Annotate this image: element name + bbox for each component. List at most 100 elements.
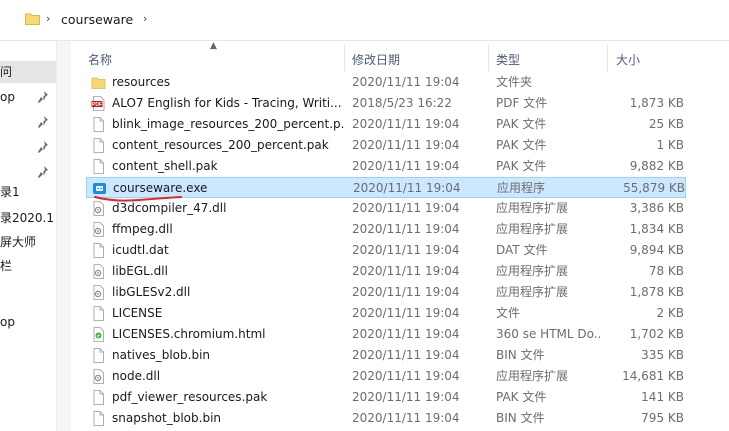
- file-date: 2020/11/11 19:04: [353, 181, 461, 195]
- file-row[interactable]: LICENSE 2020/11/11 19:04 文件 2 KB: [86, 303, 686, 324]
- column-divider[interactable]: [488, 45, 489, 71]
- file-name: icudtl.dat: [112, 243, 169, 257]
- svg-text:PDF: PDF: [92, 102, 102, 108]
- column-header-date[interactable]: 修改日期: [352, 51, 400, 68]
- column-divider[interactable]: [607, 45, 608, 71]
- file-size: 1,873 KB: [629, 96, 684, 110]
- file-name: libGLESv2.dll: [112, 285, 191, 299]
- nav-item[interactable]: 录1: [0, 181, 56, 203]
- file-list: ▲ 名称 修改日期 类型 大小 resources 2020/11/11 19:0…: [82, 41, 729, 431]
- file-row[interactable]: content_shell.pak 2020/11/11 19:04 PAK 文件 9…: [86, 156, 686, 177]
- file-type: 应用程序: [497, 181, 546, 195]
- nav-item[interactable]: [0, 161, 56, 183]
- file-row[interactable]: node.dll 2020/11/11 19:04 应用程序扩展 14,681 KB: [86, 366, 686, 387]
- file-type: 360 se HTML Do...: [496, 327, 601, 341]
- file-date: 2020/11/11 19:04: [352, 348, 460, 362]
- file-row[interactable]: blink_image_resources_200_percent.p... 20…: [86, 114, 686, 135]
- column-header-type[interactable]: 类型: [496, 51, 520, 68]
- file-size: 3,386 KB: [629, 201, 684, 215]
- file-row[interactable]: PDF ALO7 English for Kids - Tracing, Writ…: [86, 93, 686, 114]
- file-date: 2020/11/11 19:04: [352, 138, 460, 152]
- file-size: 795 KB: [641, 411, 684, 425]
- file-size: 1,702 KB: [629, 327, 684, 341]
- file-name: snapshot_blob.bin: [112, 411, 222, 425]
- file-date: 2020/11/11 19:04: [352, 75, 460, 89]
- file-row[interactable]: snapshot_blob.bin 2020/11/11 19:04 BIN 文件 7…: [86, 408, 686, 429]
- nav-item[interactable]: 问: [0, 61, 56, 83]
- file-icon: [93, 243, 104, 258]
- file-date: 2020/11/11 19:04: [352, 117, 460, 131]
- nav-item-label: 录2020.1: [0, 211, 54, 225]
- file-icon: [93, 138, 104, 153]
- file-type: PAK 文件: [496, 138, 547, 152]
- file-size: 9,894 KB: [629, 243, 684, 257]
- file-row[interactable]: libEGL.dll 2020/11/11 19:04 应用程序扩展 78 KB: [86, 261, 686, 282]
- file-row[interactable]: ffmpeg.dll 2020/11/11 19:04 应用程序扩展 1,834 KB: [86, 219, 686, 240]
- file-icon: [93, 348, 104, 363]
- file-row[interactable]: natives_blob.bin 2020/11/11 19:04 BIN 文件 33…: [86, 345, 686, 366]
- file-row[interactable]: e LICENSES.chromium.html 2020/11/11 19:04 3…: [86, 324, 686, 345]
- nav-item[interactable]: 录2020.1: [0, 207, 56, 229]
- pin-icon[interactable]: [38, 91, 48, 103]
- file-date: 2020/11/11 19:04: [352, 243, 460, 257]
- file-date: 2018/5/23 16:22: [352, 96, 452, 110]
- file-row[interactable]: icudtl.dat 2020/11/11 19:04 DAT 文件 9,894 KB: [86, 240, 686, 261]
- nav-item[interactable]: 栏: [0, 255, 56, 277]
- dll-icon: [93, 285, 104, 300]
- nav-item-label: op: [0, 90, 15, 104]
- file-icon: [93, 306, 104, 321]
- file-date: 2020/11/11 19:04: [352, 327, 460, 341]
- file-date: 2020/11/11 19:04: [352, 369, 460, 383]
- file-date: 2020/11/11 19:04: [352, 201, 460, 215]
- navigation-scrollbar[interactable]: [56, 41, 71, 431]
- nav-item[interactable]: [0, 111, 56, 133]
- nav-item-label: 录1: [0, 185, 20, 199]
- nav-item[interactable]: 屏大师: [0, 231, 56, 253]
- breadcrumb-chevron-icon[interactable]: ›: [46, 12, 50, 25]
- dll-icon: [93, 369, 104, 384]
- file-name: LICENSE: [112, 306, 163, 320]
- file-size: 14,681 KB: [622, 369, 684, 383]
- file-size: 9,882 KB: [629, 159, 684, 173]
- annotation-underline: [94, 196, 182, 202]
- breadcrumb-courseware[interactable]: courseware: [61, 12, 133, 27]
- column-header-name[interactable]: 名称: [88, 51, 112, 68]
- column-divider[interactable]: [344, 45, 345, 71]
- file-size: 2 KB: [656, 306, 684, 320]
- nav-item[interactable]: [0, 136, 56, 158]
- file-size: 1,834 KB: [629, 222, 684, 236]
- file-date: 2020/11/11 19:04: [352, 411, 460, 425]
- file-name: ALO7 English for Kids - Tracing, Writi..…: [112, 96, 342, 110]
- pdf-icon: PDF: [91, 96, 105, 111]
- sort-up-icon: ▲: [210, 41, 217, 51]
- nav-item[interactable]: op: [0, 86, 56, 108]
- file-row[interactable]: resources 2020/11/11 19:04 文件夹: [86, 72, 686, 93]
- folder-icon: [91, 77, 106, 89]
- file-row[interactable]: content_resources_200_percent.pak 2020/11…: [86, 135, 686, 156]
- file-type: 应用程序扩展: [496, 369, 569, 383]
- nav-item[interactable]: op: [0, 311, 56, 333]
- folder-icon: [25, 13, 40, 25]
- nav-item-label: 问: [0, 65, 13, 79]
- file-type: 应用程序扩展: [496, 285, 569, 299]
- file-row[interactable]: pdf_viewer_resources.pak 2020/11/11 19:04…: [86, 387, 686, 408]
- column-header-size[interactable]: 大小: [616, 51, 640, 68]
- file-name: content_resources_200_percent.pak: [112, 138, 329, 152]
- file-size: 78 KB: [648, 264, 684, 278]
- column-header-row: ▲ 名称 修改日期 类型 大小: [82, 41, 729, 75]
- pin-icon[interactable]: [38, 166, 48, 178]
- file-size: 1,878 KB: [629, 285, 684, 299]
- file-type: BIN 文件: [496, 411, 545, 425]
- pin-icon[interactable]: [38, 116, 48, 128]
- file-type: BIN 文件: [496, 348, 545, 362]
- file-size: 141 KB: [641, 390, 684, 404]
- file-icon: [93, 117, 104, 132]
- file-type: PDF 文件: [496, 96, 548, 110]
- file-row[interactable]: libGLESv2.dll 2020/11/11 19:04 应用程序扩展 1,878…: [86, 282, 686, 303]
- dll-icon: [93, 222, 104, 237]
- file-type: 文件: [496, 306, 521, 320]
- file-icon: [93, 159, 104, 174]
- pin-icon[interactable]: [38, 141, 48, 153]
- breadcrumb-chevron-icon[interactable]: ›: [143, 12, 147, 25]
- nav-item-label: 屏大师: [0, 235, 37, 249]
